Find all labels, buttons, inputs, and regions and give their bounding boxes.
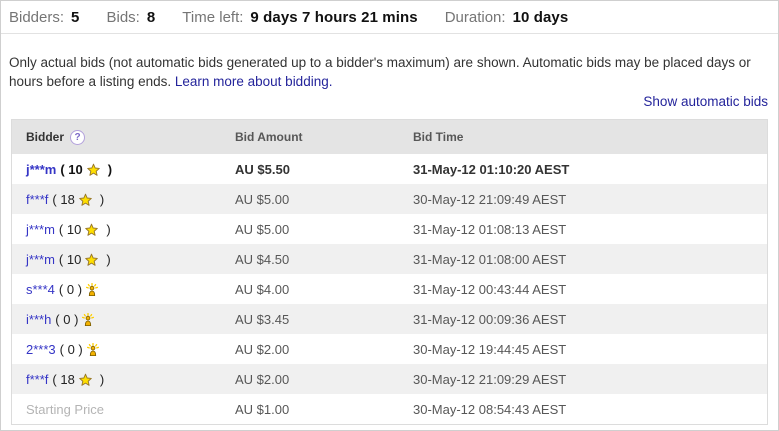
bid-time: 30-May-12 21:09:49 AEST <box>413 192 767 207</box>
stat-label: Bidders: <box>9 9 64 26</box>
paren-close: ) <box>108 162 112 177</box>
stat-time-left: Time left: 9 days 7 hours 21 mins <box>182 9 417 26</box>
column-label: Bidder <box>26 130 64 144</box>
bidder-cell: j***m ( 10) <box>12 162 235 177</box>
stat-bidders: Bidders: 5 <box>9 9 79 26</box>
stat-label: Bids: <box>106 9 139 26</box>
stat-value: 9 days 7 hours 21 mins <box>250 9 417 26</box>
paren-close: ) <box>100 192 104 207</box>
table-row: f***f ( 18) AU $2.00 30-May-12 21:09:29 A… <box>12 364 767 394</box>
table-row: j***m ( 10) AU $5.50 31-May-12 01:10:20 A… <box>12 154 767 184</box>
table-header-row: Bidder ? Bid Amount Bid Time <box>12 120 767 154</box>
stat-duration: Duration: 10 days <box>445 9 569 26</box>
bid-time: 31-May-12 01:10:20 AEST <box>413 162 767 177</box>
table-row: 2***3 ( 0 ) AU $2.00 30-May-12 19:44:45 A… <box>12 334 767 364</box>
bidder-cell: f***f ( 18) <box>12 372 235 387</box>
stat-label: Duration: <box>445 9 506 26</box>
feedback-score: ( 0 ) <box>59 282 82 297</box>
stat-value: 8 <box>147 9 155 26</box>
feedback-score: ( 18 <box>52 192 74 207</box>
show-automatic-bids-row: Show automatic bids <box>1 94 768 109</box>
bid-time: 30-May-12 21:09:29 AEST <box>413 372 767 387</box>
new-member-icon <box>86 343 100 357</box>
feedback-score: ( 0 ) <box>60 342 83 357</box>
bidder-cell: j***m ( 10) <box>12 222 235 237</box>
feedback-score: ( 10 <box>60 162 82 177</box>
bidder-cell: i***h ( 0 ) <box>12 312 235 327</box>
table-row: j***m ( 10) AU $4.50 31-May-12 01:08:00 A… <box>12 244 767 274</box>
table-row: Starting Price AU $1.00 30-May-12 08:54:… <box>12 394 767 424</box>
new-member-icon <box>81 313 95 327</box>
yellow-star-icon <box>78 373 93 387</box>
bidder-name[interactable]: j***m <box>26 162 56 177</box>
stat-bids: Bids: 8 <box>106 9 155 26</box>
bid-time: 31-May-12 00:09:36 AEST <box>413 312 767 327</box>
bid-history-table: Bidder ? Bid Amount Bid Time j***m ( 10) … <box>11 119 768 425</box>
bid-amount: AU $2.00 <box>235 342 413 357</box>
paren-close: ) <box>100 372 104 387</box>
yellow-star-icon <box>86 163 101 177</box>
bidder-name[interactable]: j***m <box>26 222 55 237</box>
bid-amount: AU $3.45 <box>235 312 413 327</box>
bidder-cell: f***f ( 18) <box>12 192 235 207</box>
table-row: j***m ( 10) AU $5.00 31-May-12 01:08:13 A… <box>12 214 767 244</box>
new-member-icon <box>85 283 99 297</box>
bid-amount: AU $5.00 <box>235 192 413 207</box>
bid-amount: AU $4.50 <box>235 252 413 267</box>
feedback-score: ( 0 ) <box>55 312 78 327</box>
bidder-name[interactable]: j***m <box>26 252 55 267</box>
table-row: i***h ( 0 ) AU $3.45 31-May-12 00:09:36 A… <box>12 304 767 334</box>
bidder-name[interactable]: f***f <box>26 372 48 387</box>
table-row: s***4 ( 0 ) AU $4.00 31-May-12 00:43:44 A… <box>12 274 767 304</box>
paren-close: ) <box>106 252 110 267</box>
yellow-star-icon <box>84 223 99 237</box>
bidder-name[interactable]: 2***3 <box>26 342 56 357</box>
bid-amount: AU $5.00 <box>235 222 413 237</box>
feedback-score: ( 18 <box>52 372 74 387</box>
bidder-name[interactable]: f***f <box>26 192 48 207</box>
bids-notice-text: Only actual bids (not automatic bids gen… <box>9 53 761 91</box>
bid-amount: AU $4.00 <box>235 282 413 297</box>
notice-body: Only actual bids (not automatic bids gen… <box>9 55 751 89</box>
help-icon[interactable]: ? <box>70 130 85 145</box>
column-header-bid-amount: Bid Amount <box>235 130 413 144</box>
bidder-name[interactable]: i***h <box>26 312 51 327</box>
column-header-bidder: Bidder ? <box>12 130 235 145</box>
feedback-score: ( 10 <box>59 252 81 267</box>
bidder-cell: s***4 ( 0 ) <box>12 282 235 297</box>
column-header-bid-time: Bid Time <box>413 130 767 144</box>
stat-value: 5 <box>71 9 79 26</box>
stat-value: 10 days <box>513 9 569 26</box>
show-automatic-bids-link[interactable]: Show automatic bids <box>643 94 768 109</box>
bidder-cell: j***m ( 10) <box>12 252 235 267</box>
stats-bar: Bidders: 5 Bids: 8 Time left: 9 days 7 h… <box>1 1 778 34</box>
bid-time: 30-May-12 08:54:43 AEST <box>413 402 767 417</box>
bid-amount: AU $1.00 <box>235 402 413 417</box>
bid-time: 31-May-12 01:08:13 AEST <box>413 222 767 237</box>
bid-time: 31-May-12 00:43:44 AEST <box>413 282 767 297</box>
yellow-star-icon <box>84 253 99 267</box>
bid-history-page: { "stats": { "items": [ { "label": "Bidd… <box>0 0 779 431</box>
bidder-cell: Starting Price <box>12 402 235 417</box>
bid-time: 30-May-12 19:44:45 AEST <box>413 342 767 357</box>
bidder-cell: 2***3 ( 0 ) <box>12 342 235 357</box>
paren-close: ) <box>106 222 110 237</box>
bidder-name[interactable]: s***4 <box>26 282 55 297</box>
bid-amount: AU $5.50 <box>235 162 413 177</box>
stat-label: Time left: <box>182 9 243 26</box>
learn-more-link[interactable]: Learn more about bidding. <box>175 74 333 89</box>
yellow-star-icon <box>78 193 93 207</box>
table-row: f***f ( 18) AU $5.00 30-May-12 21:09:49 A… <box>12 184 767 214</box>
feedback-score: ( 10 <box>59 222 81 237</box>
starting-price-label: Starting Price <box>26 402 104 417</box>
table-body: j***m ( 10) AU $5.50 31-May-12 01:10:20 A… <box>12 154 767 424</box>
bid-amount: AU $2.00 <box>235 372 413 387</box>
bid-time: 31-May-12 01:08:00 AEST <box>413 252 767 267</box>
